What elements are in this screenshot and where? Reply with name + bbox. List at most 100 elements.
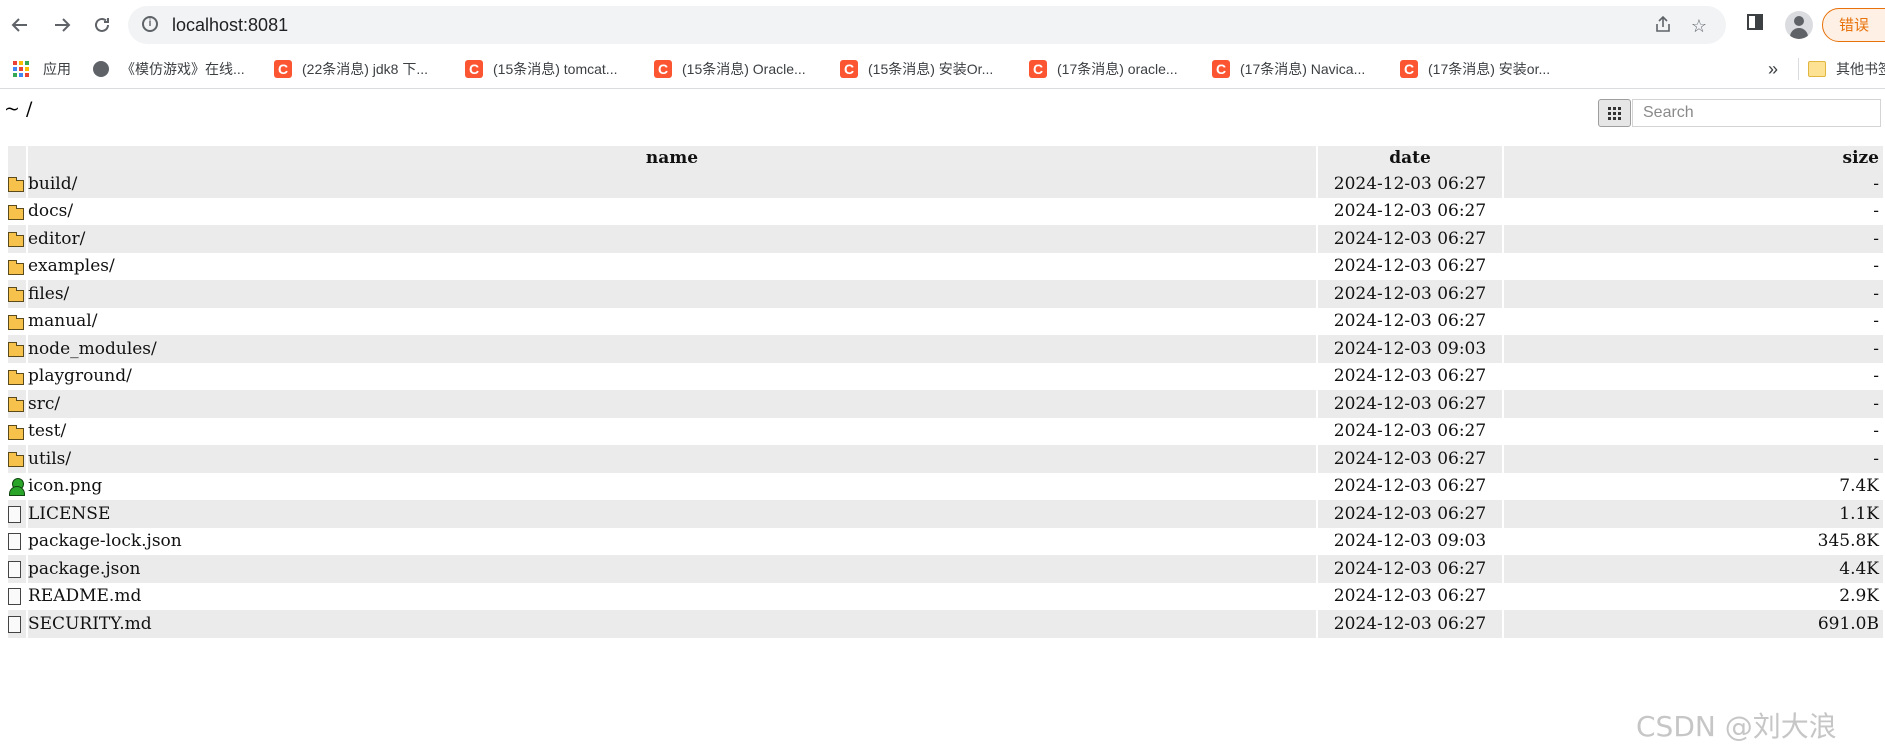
bookmarks-divider	[1798, 58, 1799, 80]
folder-icon	[8, 397, 24, 413]
table-row[interactable]: node_modules/2024-12-03 09:03-	[8, 335, 1883, 363]
file-name-link[interactable]: utils/	[28, 445, 1316, 473]
table-row[interactable]: icon.png 2024-12-03 06:27 7.4K	[8, 472, 1883, 500]
table-header-row: name date size	[8, 146, 1883, 170]
file-name-link[interactable]: icon.png	[28, 472, 1316, 500]
table-row[interactable]: playground/2024-12-03 06:27-	[8, 362, 1883, 390]
reload-icon[interactable]	[86, 9, 118, 41]
file-name-link[interactable]: build/	[28, 170, 1316, 198]
date-column-header[interactable]: date	[1318, 146, 1502, 170]
file-date: 2024-12-03 06:27	[1318, 610, 1502, 638]
file-name-link[interactable]: package.json	[28, 555, 1316, 583]
file-date: 2024-12-03 09:03	[1318, 527, 1502, 555]
file-size: -	[1504, 170, 1883, 198]
file-name-link[interactable]: SECURITY.md	[28, 610, 1316, 638]
file-date: 2024-12-03 06:27	[1318, 555, 1502, 583]
table-row[interactable]: files/2024-12-03 06:27-	[8, 280, 1883, 308]
file-date: 2024-12-03 09:03	[1318, 335, 1502, 363]
side-panel-icon[interactable]	[1742, 12, 1768, 38]
browser-toolbar: i localhost:8081 ☆ 错误	[0, 0, 1885, 50]
bookmark-item[interactable]: 《模仿游戏》在线...	[93, 50, 245, 88]
file-name-link[interactable]: package-lock.json	[28, 527, 1316, 555]
file-size: 4.4K	[1504, 555, 1883, 583]
error-button[interactable]: 错误	[1822, 8, 1885, 42]
file-rows: build/2024-12-03 06:27- docs/2024-12-03 0…	[8, 170, 1883, 638]
size-column-header[interactable]: size	[1504, 146, 1883, 170]
file-size: -	[1504, 335, 1883, 363]
bookmark-item[interactable]: C (15条消息) Oracle...	[654, 50, 806, 88]
back-arrow-icon[interactable]	[4, 9, 36, 41]
search-input[interactable]	[1632, 99, 1881, 127]
file-name-link[interactable]: files/	[28, 280, 1316, 308]
file-name-link[interactable]: editor/	[28, 225, 1316, 253]
table-row[interactable]: docs/2024-12-03 06:27-	[8, 197, 1883, 225]
file-size: -	[1504, 362, 1883, 390]
address-bar[interactable]: i localhost:8081 ☆	[128, 6, 1726, 44]
file-date: 2024-12-03 06:27	[1318, 390, 1502, 418]
file-name-link[interactable]: examples/	[28, 252, 1316, 280]
bookmark-item[interactable]: C (15条消息) 安装Or...	[840, 50, 993, 88]
table-row[interactable]: test/2024-12-03 06:27-	[8, 417, 1883, 445]
apps-grid-icon	[13, 61, 29, 77]
file-icon	[8, 533, 21, 551]
bookmark-item[interactable]: C (17条消息) oracle...	[1029, 50, 1178, 88]
file-name-link[interactable]: src/	[28, 390, 1316, 418]
file-size: 7.4K	[1504, 472, 1883, 500]
file-size: -	[1504, 197, 1883, 225]
file-name-link[interactable]: manual/	[28, 307, 1316, 335]
folder-icon	[8, 369, 24, 385]
file-size: 1.1K	[1504, 500, 1883, 528]
bookmark-label: (17条消息) 安装or...	[1428, 61, 1551, 77]
table-row[interactable]: build/2024-12-03 06:27-	[8, 170, 1883, 198]
url-text: localhost:8081	[172, 15, 289, 35]
file-date: 2024-12-03 06:27	[1318, 280, 1502, 308]
file-date: 2024-12-03 06:27	[1318, 225, 1502, 253]
bookmark-item[interactable]: C (17条消息) 安装or...	[1400, 50, 1550, 88]
icon-cell	[8, 555, 26, 583]
bookmark-item[interactable]: C (17条消息) Navica...	[1212, 50, 1365, 88]
table-row[interactable]: examples/2024-12-03 06:27-	[8, 252, 1883, 280]
file-name-link[interactable]: playground/	[28, 362, 1316, 390]
file-name-link[interactable]: LICENSE	[28, 500, 1316, 528]
file-size: -	[1504, 390, 1883, 418]
other-bookmarks-label: 其他书签	[1836, 61, 1885, 77]
file-size: -	[1504, 280, 1883, 308]
bookmark-star-icon[interactable]: ☆	[1688, 15, 1710, 37]
file-icon	[8, 505, 21, 523]
file-icon	[8, 615, 21, 633]
file-name-link[interactable]: README.md	[28, 582, 1316, 610]
table-row[interactable]: package.json 2024-12-03 06:27 4.4K	[8, 555, 1883, 583]
file-name-link[interactable]: docs/	[28, 197, 1316, 225]
file-name-link[interactable]: node_modules/	[28, 335, 1316, 363]
file-size: -	[1504, 252, 1883, 280]
table-row[interactable]: src/2024-12-03 06:27-	[8, 390, 1883, 418]
forward-arrow-icon[interactable]	[46, 9, 78, 41]
bookmarks-overflow-button[interactable]: »	[1768, 50, 1778, 88]
csdn-icon: C	[1029, 60, 1047, 78]
folder-icon	[8, 232, 24, 248]
table-row[interactable]: LICENSE 2024-12-03 06:27 1.1K	[8, 500, 1883, 528]
apps-bookmark[interactable]: 应用	[13, 50, 71, 88]
table-row[interactable]: manual/2024-12-03 06:27-	[8, 307, 1883, 335]
view-toggle-button[interactable]	[1598, 99, 1631, 127]
bookmarks-bar: 应用 《模仿游戏》在线... C (22条消息) jdk8 下... C (15…	[0, 50, 1885, 89]
apps-label: 应用	[43, 61, 71, 77]
bookmark-label: (17条消息) oracle...	[1057, 61, 1178, 77]
bookmark-item[interactable]: C (22条消息) jdk8 下...	[274, 50, 428, 88]
bookmark-item[interactable]: C (15条消息) tomcat...	[465, 50, 617, 88]
file-name-link[interactable]: test/	[28, 417, 1316, 445]
share-icon[interactable]	[1652, 15, 1674, 37]
table-row[interactable]: utils/2024-12-03 06:27-	[8, 445, 1883, 473]
folder-icon	[8, 424, 24, 440]
other-bookmarks-folder[interactable]: 其他书签	[1808, 50, 1885, 88]
name-column-header[interactable]: name	[28, 146, 1316, 170]
table-row[interactable]: package-lock.json 2024-12-03 09:03 345.8K	[8, 527, 1883, 555]
table-row[interactable]: SECURITY.md 2024-12-03 06:27 691.0B	[8, 610, 1883, 638]
profile-avatar[interactable]	[1785, 11, 1813, 39]
file-size: 691.0B	[1504, 610, 1883, 638]
site-info-icon[interactable]: i	[142, 16, 158, 32]
table-row[interactable]: README.md 2024-12-03 06:27 2.9K	[8, 582, 1883, 610]
folder-icon	[8, 452, 24, 468]
csdn-icon: C	[1400, 60, 1418, 78]
table-row[interactable]: editor/2024-12-03 06:27-	[8, 225, 1883, 253]
